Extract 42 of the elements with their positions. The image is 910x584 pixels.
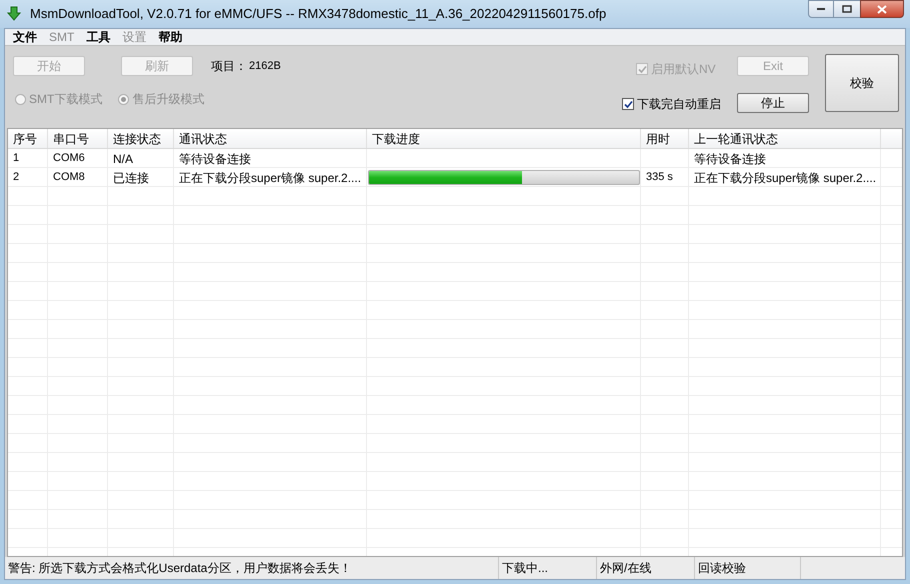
table-cell-text: COM8 — [52, 170, 86, 186]
table-cell-text: 等待设备连接 — [178, 150, 252, 168]
table-cell-text: 正在下载分段super镜像 super.2.... — [693, 170, 878, 186]
column-header[interactable]: 串口号 — [48, 129, 108, 148]
column-header[interactable]: 下载进度 — [367, 129, 641, 148]
menu-item[interactable]: 文件 — [7, 28, 43, 46]
verify-button[interactable]: 校验 — [825, 54, 899, 112]
maximize-icon — [842, 5, 852, 13]
status-text: 回读校验 — [695, 557, 801, 579]
project-value: 2162B — [249, 58, 281, 74]
column-header[interactable]: 用时 — [641, 129, 689, 148]
project-label: 项目： — [211, 58, 247, 75]
checkbox-label: 下载完自动重启 — [637, 96, 721, 113]
menu-item[interactable]: 工具 — [80, 28, 116, 46]
table-cell-text: N/A — [112, 150, 134, 168]
checkbox-label: 启用默认NV — [651, 61, 716, 78]
download-arrow-icon — [6, 6, 22, 22]
column-header[interactable]: 连接状态 — [108, 129, 174, 148]
column-header[interactable]: 序号 — [8, 129, 48, 148]
minimize-button[interactable] — [808, 0, 834, 18]
close-button[interactable] — [860, 0, 904, 18]
stop-button[interactable]: 停止 — [737, 93, 809, 113]
table-cell-text: COM6 — [52, 151, 86, 166]
radio-label: 售后升级模式 — [132, 91, 204, 108]
column-header[interactable]: 上一轮通讯状态 — [689, 129, 881, 148]
status-text: 下载中... — [499, 557, 597, 579]
status-text: 外网/在线 — [597, 557, 695, 579]
table-cell-text: 335 s — [645, 170, 674, 186]
table-cell-text: 1 — [12, 151, 20, 166]
window-title: MsmDownloadTool, V2.0.71 for eMMC/UFS -- RMX3478domestic_11_A.36_2022042911560175.ofp — [30, 5, 606, 24]
menu-item[interactable]: 帮助 — [152, 28, 188, 46]
close-icon — [877, 4, 887, 14]
table-cell-text: 正在下载分段super镜像 super.2.... — [178, 170, 362, 186]
maximize-button[interactable] — [834, 0, 860, 18]
status-text: 警告: 所选下载方式会格式化Userdata分区，用户数据将会丢失！ — [5, 557, 499, 579]
table-cell-text: 等待设备连接 — [693, 150, 767, 168]
minimize-icon — [816, 7, 826, 11]
radio-label: SMT下载模式 — [29, 91, 102, 108]
checkbox[interactable] — [622, 98, 634, 110]
table-cell-text: 2 — [12, 170, 20, 186]
column-header[interactable]: 通讯状态 — [174, 129, 367, 148]
table-cell-text: 已连接 — [112, 170, 150, 186]
